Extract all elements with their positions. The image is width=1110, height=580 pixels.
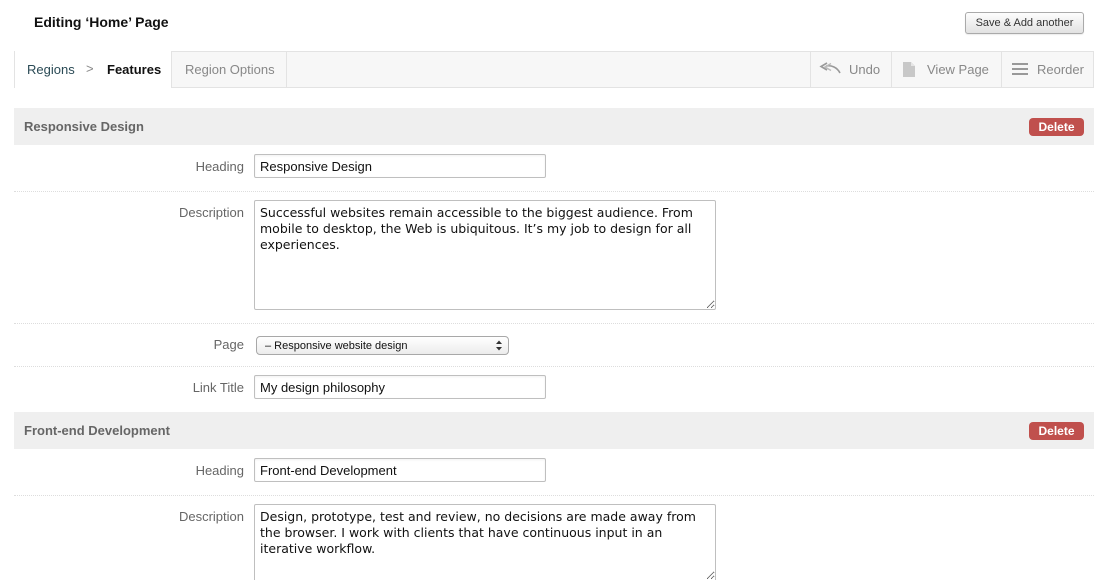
heading-input[interactable]: [254, 458, 546, 482]
breadcrumb-regions-link[interactable]: Regions: [27, 62, 75, 77]
toolbar: Regions > Features Region Options Undo V…: [14, 51, 1094, 88]
reorder-icon: [1012, 63, 1028, 75]
save-add-another-button[interactable]: Save & Add another: [965, 12, 1084, 34]
reorder-button[interactable]: Reorder: [1001, 52, 1094, 87]
page-title: Editing ‘Home’ Page: [34, 14, 169, 30]
tab-region-options-label: Region Options: [185, 62, 275, 77]
section-title: Front-end Development: [24, 423, 170, 438]
heading-label: Heading: [195, 159, 244, 174]
section-header-responsive-design: Responsive Design Delete: [14, 108, 1094, 145]
description-label: Description: [178, 509, 244, 524]
link-title-input[interactable]: [254, 375, 546, 399]
heading-input[interactable]: [254, 154, 546, 178]
field-divider: [14, 366, 1094, 367]
delete-button[interactable]: Delete: [1029, 118, 1084, 136]
tab-features[interactable]: Regions > Features: [15, 51, 172, 88]
page-header: Editing ‘Home’ Page Save & Add another: [0, 0, 1110, 50]
undo-icon: [819, 62, 841, 74]
select-arrows-icon: [496, 340, 502, 351]
tab-region-options[interactable]: Region Options: [172, 52, 287, 87]
view-page-label: View Page: [927, 62, 989, 77]
description-textarea[interactable]: Design, prototype, test and review, no d…: [254, 504, 716, 580]
description-label: Description: [178, 205, 244, 220]
section-title: Responsive Design: [24, 119, 144, 134]
delete-button[interactable]: Delete: [1029, 422, 1084, 440]
undo-label: Undo: [849, 62, 881, 77]
view-page-button[interactable]: View Page: [891, 52, 1001, 87]
field-divider: [14, 323, 1094, 324]
heading-label: Heading: [195, 463, 244, 478]
undo-button[interactable]: Undo: [810, 52, 891, 87]
page-icon: [903, 62, 915, 77]
link-title-label: Link Title: [192, 380, 244, 395]
section-header-front-end-development: Front-end Development Delete: [14, 412, 1094, 449]
reorder-label: Reorder: [1037, 62, 1084, 77]
breadcrumb-separator: >: [86, 61, 94, 76]
page-select[interactable]: – Responsive website design: [256, 336, 509, 355]
field-divider: [14, 495, 1094, 496]
description-textarea[interactable]: Successful websites remain accessible to…: [254, 200, 716, 310]
field-divider: [14, 191, 1094, 192]
breadcrumb-features: Features: [107, 62, 162, 77]
page-select-value: – Responsive website design: [265, 340, 408, 352]
page-label: Page: [213, 337, 244, 352]
